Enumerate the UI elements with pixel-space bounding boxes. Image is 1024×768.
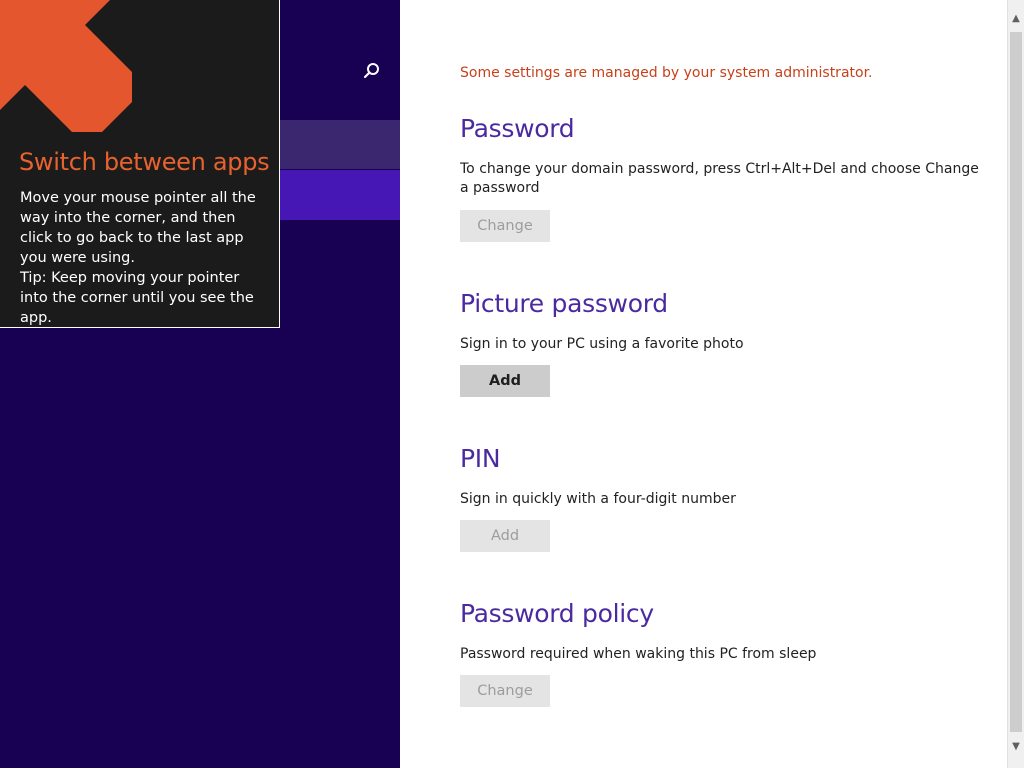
nav-item-selected[interactable] <box>280 170 400 220</box>
vertical-scrollbar[interactable]: ▲ ▼ <box>1007 0 1024 768</box>
change-password-button[interactable]: Change <box>460 210 550 242</box>
picture-password-section: Picture password Sign in to your PC usin… <box>460 289 980 397</box>
section-description: Sign in quickly with a four-digit number <box>460 491 736 507</box>
add-pin-button[interactable]: Add <box>460 520 550 552</box>
section-description: To change your domain password, press Ct… <box>460 161 979 196</box>
password-section: Password To change your domain password,… <box>460 114 980 242</box>
settings-content: Some settings are managed by your system… <box>460 0 1000 768</box>
password-policy-section: Password policy Password required when w… <box>460 599 980 707</box>
tip-title: Switch between apps <box>19 148 270 176</box>
tip-hint: Tip: Keep moving your pointer into the c… <box>20 270 254 326</box>
section-title: PIN <box>460 444 501 473</box>
section-description: Sign in to your PC using a favorite phot… <box>460 336 744 352</box>
nav-item[interactable] <box>280 120 400 169</box>
section-title: Password policy <box>460 599 654 628</box>
search-icon[interactable] <box>360 60 382 82</box>
change-password-policy-button[interactable]: Change <box>460 675 550 707</box>
section-title: Password <box>460 114 575 143</box>
tip-flyout: Switch between apps Move your mouse poin… <box>0 0 280 328</box>
add-picture-password-button[interactable]: Add <box>460 365 550 397</box>
tip-instructions: Move your mouse pointer all the way into… <box>20 190 256 266</box>
tip-body: Move your mouse pointer all the way into… <box>20 188 270 328</box>
scroll-thumb[interactable] <box>1010 32 1022 732</box>
section-description: Password required when waking this PC fr… <box>460 646 817 662</box>
section-title: Picture password <box>460 289 668 318</box>
corner-arrow-icon <box>0 0 140 140</box>
pin-section: PIN Sign in quickly with a four-digit nu… <box>460 444 980 552</box>
scroll-up-icon[interactable]: ▲ <box>1008 10 1024 27</box>
scroll-down-icon[interactable]: ▼ <box>1008 738 1024 755</box>
admin-notice: Some settings are managed by your system… <box>460 65 873 81</box>
